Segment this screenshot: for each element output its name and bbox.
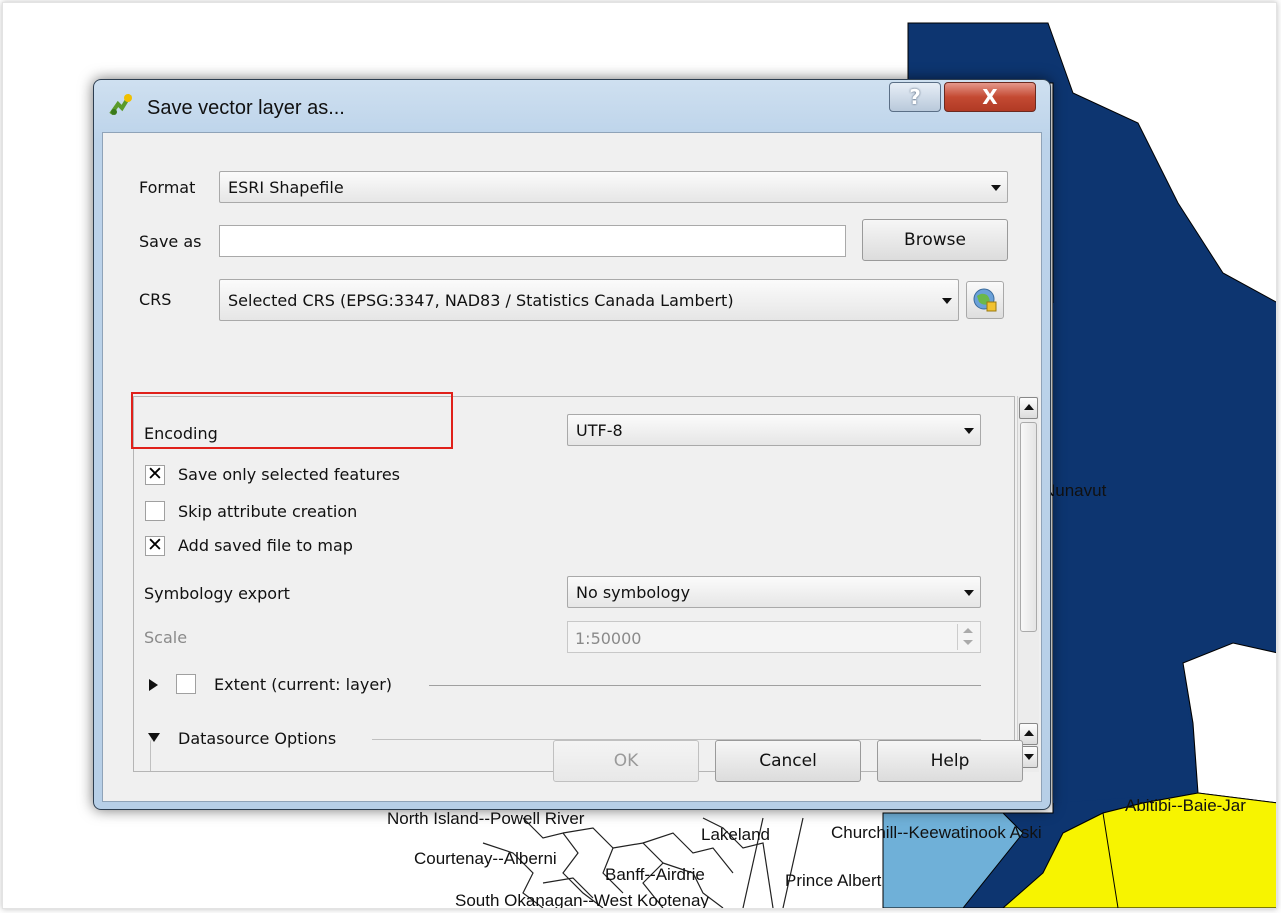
options-scroll-area[interactable]: Encoding UTF-8 ✕ Save only selected feat… [133,396,1015,772]
map-label-banff: Banff--Airdrie [605,865,705,884]
skip-attribute-label[interactable]: Skip attribute creation [178,502,357,521]
add-to-map-label[interactable]: Add saved file to map [178,536,353,555]
help-title-button[interactable]: ? [889,82,941,112]
crs-label: CRS [139,290,172,309]
format-value: ESRI Shapefile [228,178,344,197]
spin-up-icon [963,628,973,633]
dialog-body: Format ESRI Shapefile Save as Browse CRS… [102,132,1042,802]
spin-buttons[interactable] [957,624,978,650]
map-label-churchill: Churchill--Keewatinook Aski [831,823,1042,842]
save-selected-checkbox[interactable]: ✕ [145,463,165,485]
skip-attribute-checkbox[interactable] [145,501,165,521]
symbology-value: No symbology [576,583,691,602]
map-label-courtenay: Courtenay--Alberni [414,849,557,868]
chevron-down-icon [991,185,1001,191]
scroll-up-button[interactable] [1019,397,1038,419]
extent-divider [429,685,981,686]
map-label-prince-albert: Prince Albert [785,871,882,890]
symbology-label: Symbology export [144,584,290,603]
scale-value: 1:50000 [575,629,642,648]
options-scrollbar[interactable] [1017,396,1039,772]
ok-button[interactable]: OK [553,740,699,782]
crs-value: Selected CRS (EPSG:3347, NAD83 / Statist… [228,291,734,310]
chevron-down-icon [964,428,974,434]
encoding-select[interactable]: UTF-8 [567,414,981,446]
dialog-title: Save vector layer as... [147,97,345,119]
add-to-map-checkbox[interactable]: ✕ [145,534,165,556]
browse-button[interactable]: Browse [862,219,1008,261]
close-button[interactable]: X [944,82,1036,112]
save-as-input[interactable] [219,225,846,257]
chevron-down-icon [942,298,952,304]
qgis-app-icon [109,93,132,116]
map-label-lakeland: Lakeland [701,825,771,844]
arrow-up-icon [1024,730,1034,736]
map-label-south-okanagan: South Okanagan--West Kootenay [455,891,709,909]
format-select[interactable]: ESRI Shapefile [219,171,1008,203]
help-button[interactable]: Help [877,740,1023,782]
crs-select[interactable]: Selected CRS (EPSG:3347, NAD83 / Statist… [219,279,959,321]
symbology-select[interactable]: No symbology [567,576,981,608]
scroll-thumb[interactable] [1020,422,1037,632]
extent-checkbox[interactable] [176,674,196,694]
save-as-label: Save as [139,232,202,251]
encoding-value: UTF-8 [576,421,623,440]
arrow-up-icon [1024,404,1034,410]
check-mark-icon: ✕ [147,534,163,556]
check-mark-icon: ✕ [147,463,163,485]
map-label-abitibi: Abitibi--Baie-Jar [1125,796,1246,815]
format-label: Format [139,178,196,197]
chevron-down-icon [964,590,974,596]
cancel-button[interactable]: Cancel [715,740,861,782]
save-selected-label[interactable]: Save only selected features [178,465,400,484]
region-white-east [1182,642,1276,804]
arrow-down-icon [1024,754,1034,760]
crs-select-button[interactable] [966,281,1004,319]
expand-arrow-icon[interactable] [149,679,158,691]
extent-label[interactable]: Extent (current: layer) [214,675,392,694]
scale-label: Scale [144,628,188,647]
spin-down-icon [963,640,973,645]
globe-icon [973,288,997,312]
map-label-north-island: North Island--Powell River [387,809,585,828]
scale-spinbox[interactable]: 1:50000 [567,621,981,653]
map-label-nunavut: Nunavut [1043,481,1107,500]
annotation-highlight-box [131,392,453,449]
title-bar[interactable]: Save vector layer as... ? X [94,80,1050,132]
